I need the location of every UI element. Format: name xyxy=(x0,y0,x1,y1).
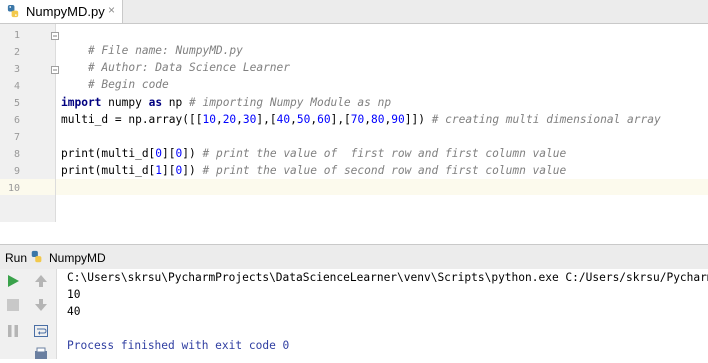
code-text: ],[ xyxy=(330,113,351,126)
code-text: multi_d = np.array([[ xyxy=(61,113,203,126)
fold-end-icon[interactable] xyxy=(51,66,59,74)
file-tab-numpymd[interactable]: NumpyMD.py × xyxy=(0,0,123,23)
run-panel-header: Run NumpyMD xyxy=(0,244,708,269)
code-line-9: print(multi_d[1][0]) # print the value o… xyxy=(61,163,566,179)
module-alias: np xyxy=(162,96,190,109)
code-text: print(multi_d[ xyxy=(61,164,156,177)
code-editor[interactable]: 1 2 3 4 5 6 7 8 9 10 # File name: NumpyM… xyxy=(0,24,708,222)
line-number: 9 xyxy=(13,166,20,177)
code-comment: # print the value of first row and first… xyxy=(202,147,567,160)
number-literal: 70 xyxy=(350,113,365,126)
number-literal: 60 xyxy=(317,113,331,126)
number-literal: 20 xyxy=(222,113,237,126)
pause-icon[interactable] xyxy=(5,323,21,339)
line-number: 3 xyxy=(13,64,20,75)
line-number: 6 xyxy=(13,115,20,126)
line-number: 1 xyxy=(13,30,20,41)
code-text: , xyxy=(290,113,297,126)
current-line-highlight xyxy=(0,179,708,195)
code-text: ][ xyxy=(162,164,176,177)
soft-wrap-icon[interactable] xyxy=(33,323,49,339)
code-line-8: print(multi_d[0][0]) # print the value o… xyxy=(61,146,566,162)
close-icon[interactable]: × xyxy=(108,3,115,17)
python-file-icon xyxy=(7,4,19,18)
python-file-icon xyxy=(31,250,42,263)
line-number: 7 xyxy=(13,132,20,143)
editor-tab-bar: NumpyMD.py × xyxy=(0,0,708,24)
code-line-6: multi_d = np.array([[10,20,30],[40,50,60… xyxy=(61,112,661,128)
code-text: ][ xyxy=(162,147,176,160)
code-text: print(multi_d[ xyxy=(61,147,156,160)
print-icon[interactable] xyxy=(33,347,49,363)
number-literal: 40 xyxy=(276,113,291,126)
line-number: 5 xyxy=(13,98,20,109)
run-configuration-name[interactable]: NumpyMD xyxy=(49,251,106,265)
stop-icon[interactable] xyxy=(5,297,21,313)
editor-empty-area[interactable] xyxy=(0,222,708,244)
code-comment: # Begin code xyxy=(87,78,169,91)
line-number-gutter: 1 2 3 4 5 6 7 8 9 10 xyxy=(0,24,56,222)
console-output-line: 10 xyxy=(67,288,81,301)
tab-title: NumpyMD.py xyxy=(26,4,105,19)
code-text: ]) xyxy=(182,164,203,177)
line-number: 4 xyxy=(13,81,20,92)
console-output-line: 40 xyxy=(67,305,81,318)
line-number: 10 xyxy=(7,183,20,194)
module-name: numpy xyxy=(101,96,149,109)
code-line-5: import numpy as np # importing Numpy Mod… xyxy=(61,95,391,111)
code-comment: # creating multi dimensional array xyxy=(431,113,661,126)
line-number: 8 xyxy=(13,149,20,160)
number-literal: 90 xyxy=(391,113,405,126)
number-literal: 10 xyxy=(202,113,216,126)
console-command-line: C:\Users\skrsu\PycharmProjects\DataScien… xyxy=(67,271,708,284)
run-console-output[interactable]: C:\Users\skrsu\PycharmProjects\DataScien… xyxy=(57,269,708,359)
code-text: ]]) xyxy=(404,113,432,126)
code-comment: # importing Numpy Module as np xyxy=(189,96,392,109)
code-text: , xyxy=(215,113,223,126)
rerun-icon[interactable] xyxy=(5,273,21,289)
code-comment: # print the value of second row and firs… xyxy=(202,164,567,177)
console-process-finished: Process finished with exit code 0 xyxy=(67,339,290,352)
number-literal: 30 xyxy=(242,113,257,126)
keyword-import: import xyxy=(61,96,102,109)
number-literal: 50 xyxy=(296,113,311,126)
keyword-as: as xyxy=(148,96,163,109)
code-text: , xyxy=(236,113,243,126)
arrow-down-icon[interactable] xyxy=(33,297,49,313)
number-literal: 80 xyxy=(371,113,385,126)
fold-open-icon[interactable] xyxy=(51,32,59,40)
line-number: 2 xyxy=(13,47,20,58)
code-text: ],[ xyxy=(256,113,277,126)
code-text: ]) xyxy=(182,147,203,160)
run-panel-title: Run xyxy=(5,251,28,265)
run-toolbar xyxy=(0,269,57,359)
arrow-up-icon[interactable] xyxy=(33,273,49,289)
